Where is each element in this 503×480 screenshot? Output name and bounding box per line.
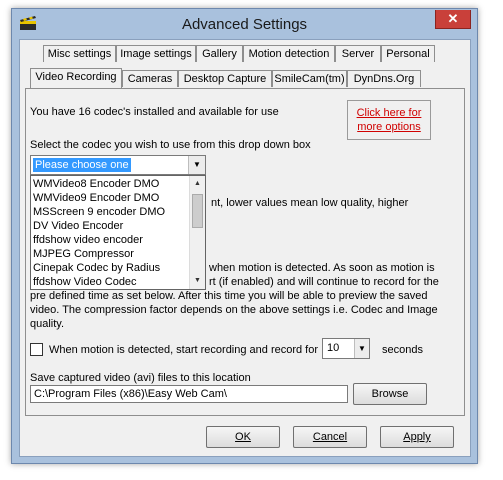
tab-cameras[interactable]: Cameras [122, 70, 178, 87]
save-location-label: Save captured video (avi) files to this … [30, 372, 251, 384]
record-seconds-dropdown[interactable]: 10 ▼ [322, 338, 370, 359]
codec-option[interactable]: ffdshow Video Codec [33, 275, 137, 289]
codec-dropdown-list[interactable]: WMVideo8 Encoder DMO WMVideo9 Encoder DM… [30, 175, 206, 290]
video-recording-panel: You have 16 codec's installed and availa… [25, 88, 465, 416]
tab-label: SmileCam(tm) [274, 73, 345, 85]
advanced-settings-window: Advanced Settings ✕ Misc settings Image … [11, 8, 478, 464]
chevron-down-icon[interactable]: ▼ [188, 156, 205, 174]
tab-motion-detection[interactable]: Motion detection [243, 45, 335, 62]
codec-option[interactable]: Cinepak Codec by Radius [33, 261, 160, 275]
codec-count-text: You have 16 codec's installed and availa… [30, 106, 279, 118]
tab-misc-settings[interactable]: Misc settings [43, 45, 116, 62]
chevron-down-icon[interactable]: ▼ [354, 339, 369, 358]
motion-description-line1: when motion is detected. As soon as moti… [209, 262, 435, 274]
tab-label: Server [341, 48, 375, 60]
apply-button-label: Apply [403, 431, 431, 443]
scrollbar-thumb[interactable] [192, 194, 203, 228]
link-text-line1: Click here for [356, 107, 422, 119]
tab-desktop-capture[interactable]: Desktop Capture [178, 70, 272, 87]
tab-label: Video Recording [35, 71, 117, 83]
title-bar[interactable]: Advanced Settings ✕ [12, 9, 477, 39]
cancel-button-label: Cancel [312, 431, 348, 443]
dialog-body: Misc settings Image settings Gallery Mot… [19, 39, 471, 457]
link-text-line2: more options [357, 121, 421, 133]
tab-label: Desktop Capture [183, 73, 267, 85]
cancel-button[interactable]: Cancel [293, 426, 367, 448]
tab-image-settings[interactable]: Image settings [116, 45, 196, 62]
tab-label: Image settings [120, 48, 192, 60]
close-icon: ✕ [447, 11, 459, 26]
motion-description-line2: rt (if enabled) and will continue to rec… [209, 276, 439, 288]
codec-dropdown[interactable]: Please choose one ▼ [30, 155, 206, 175]
tab-smilecam[interactable]: SmileCam(tm) [272, 70, 347, 87]
codec-option[interactable]: ffdshow video encoder [33, 233, 143, 247]
ok-button-label: OK [235, 431, 251, 443]
codec-option[interactable]: MSScreen 9 encoder DMO [33, 205, 165, 219]
seconds-label: seconds [382, 344, 423, 356]
apply-button[interactable]: Apply [380, 426, 454, 448]
record-seconds-value: 10 [327, 342, 340, 354]
browse-button[interactable]: Browse [353, 383, 427, 405]
codec-option[interactable]: WMVideo9 Encoder DMO [33, 191, 159, 205]
scroll-down-icon[interactable]: ▼ [190, 273, 205, 289]
select-codec-label: Select the codec you wish to use from th… [30, 139, 311, 151]
record-on-motion-label: When motion is detected, start recording… [49, 344, 319, 356]
more-options-link[interactable]: Click here for more options [347, 100, 431, 140]
codec-selected-value: Please choose one [33, 158, 131, 172]
tab-label: Personal [386, 48, 430, 60]
save-path-value: C:\Program Files (x86)\Easy Web Cam\ [34, 388, 227, 400]
codec-option[interactable]: DV Video Encoder [33, 219, 123, 233]
tab-dyndns[interactable]: DynDns.Org [347, 70, 421, 87]
tab-video-recording[interactable]: Video Recording [30, 68, 122, 88]
tab-label: DynDns.Org [353, 73, 415, 85]
tab-personal[interactable]: Personal [381, 45, 435, 62]
tab-label: Motion detection [248, 48, 330, 60]
quality-description-text: nt, lower values mean low quality, highe… [211, 197, 409, 209]
ok-button[interactable]: OK [206, 426, 280, 448]
tab-label: Cameras [127, 73, 173, 85]
tab-gallery[interactable]: Gallery [196, 45, 243, 62]
scroll-up-icon[interactable]: ▲ [190, 176, 205, 192]
codec-option[interactable]: WMVideo8 Encoder DMO [33, 177, 159, 191]
codec-option[interactable]: MJPEG Compressor [33, 247, 134, 261]
tab-server[interactable]: Server [335, 45, 381, 62]
record-on-motion-checkbox[interactable] [30, 343, 43, 356]
close-button[interactable]: ✕ [435, 10, 471, 29]
tab-label: Misc settings [47, 48, 112, 60]
motion-description-line5: quality. [30, 318, 65, 330]
tab-label: Gallery [202, 48, 237, 60]
save-path-field[interactable]: C:\Program Files (x86)\Easy Web Cam\ [30, 385, 348, 403]
motion-description-line3: pre defined time as set below. After thi… [30, 290, 428, 302]
window-title: Advanced Settings [181, 16, 308, 33]
motion-description-line4: video. The compression factor depends on… [30, 304, 438, 316]
browse-button-label: Browse [371, 388, 409, 400]
dropdown-scrollbar[interactable]: ▲ ▼ [189, 176, 205, 289]
